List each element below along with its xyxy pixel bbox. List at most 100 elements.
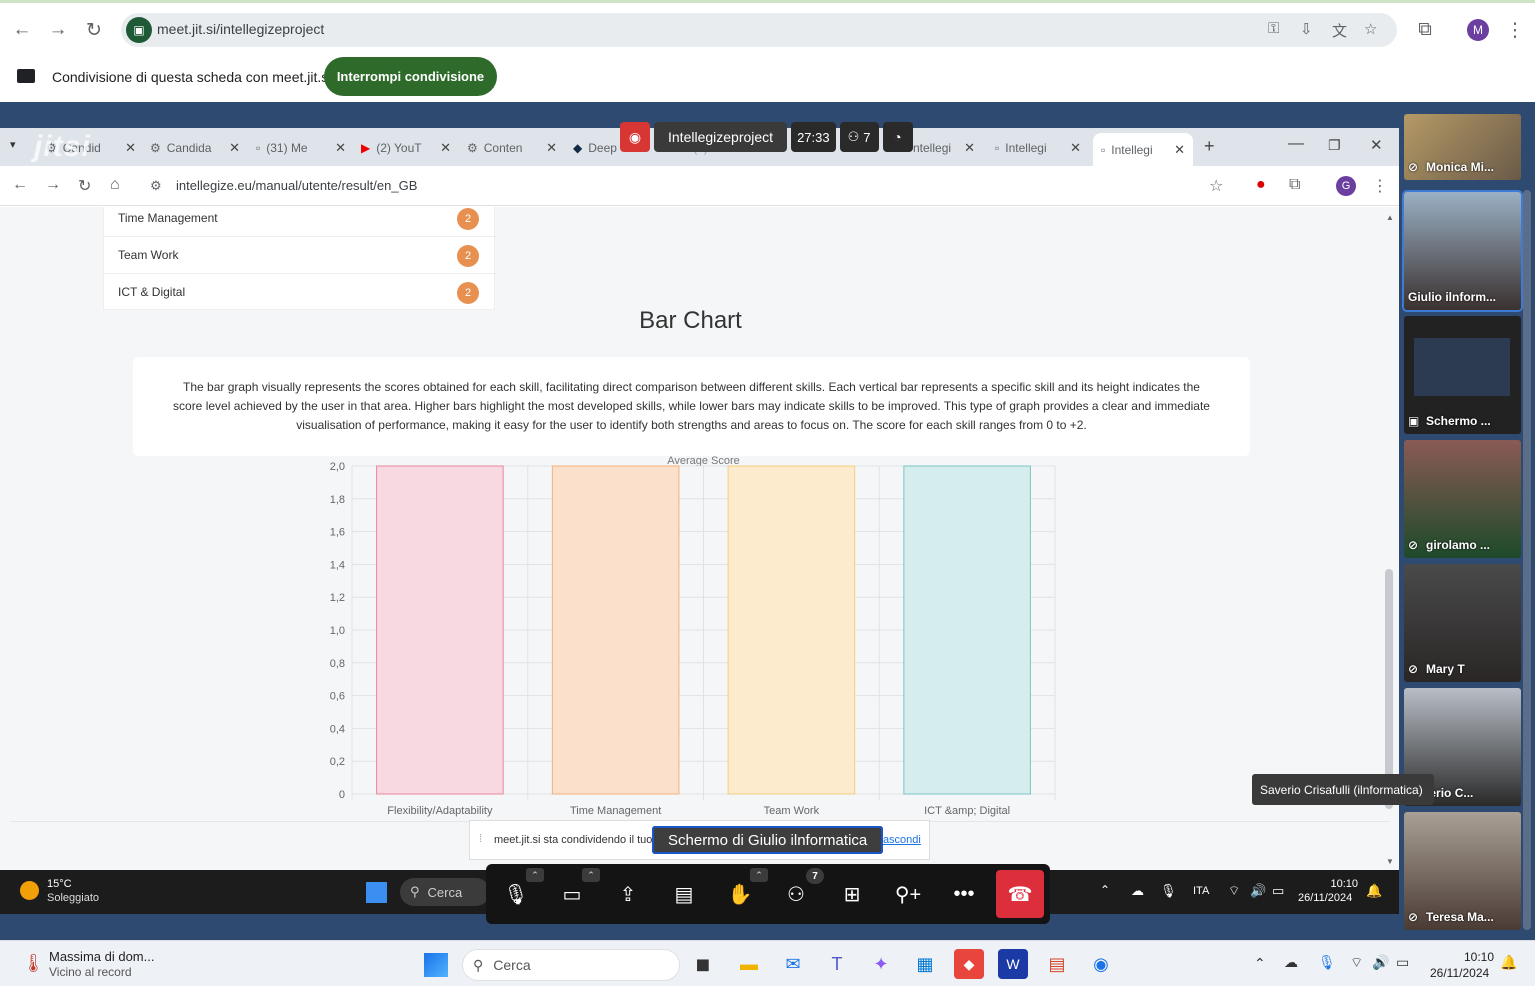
- camera-options-icon[interactable]: ⌃: [582, 868, 600, 882]
- opera-icon[interactable]: ●: [1256, 176, 1266, 194]
- menu-icon[interactable]: ⋮: [1372, 176, 1388, 196]
- onedrive-icon[interactable]: ☁: [1284, 954, 1298, 971]
- back-icon[interactable]: ←: [12, 176, 28, 194]
- close-icon[interactable]: ✕: [335, 140, 346, 156]
- task-view-icon[interactable]: ◼: [688, 949, 718, 979]
- participant-tile[interactable]: ⊘ Mary T: [1404, 564, 1521, 682]
- tray-chevron-icon[interactable]: ⌃: [1100, 883, 1110, 897]
- inner-profile-avatar[interactable]: G: [1336, 176, 1356, 196]
- new-tab-icon[interactable]: +: [1204, 136, 1215, 157]
- camera-icon[interactable]: ▭: [555, 878, 589, 910]
- screen-share-icon[interactable]: ⇪: [611, 878, 645, 910]
- volume-icon[interactable]: 🔊: [1372, 954, 1389, 971]
- mail-icon[interactable]: ✉: [778, 949, 808, 979]
- chrome-icon[interactable]: ◉: [1086, 949, 1116, 979]
- raise-hand-icon[interactable]: ✋: [723, 878, 757, 910]
- mic-icon[interactable]: 🎙: [1160, 883, 1177, 899]
- inner-tab[interactable]: ◆ Deep: [573, 134, 623, 162]
- hang-up-button[interactable]: ☎: [996, 870, 1044, 918]
- inner-tab-active[interactable]: ▫ Intellegi ✕: [1093, 133, 1193, 166]
- anydesk-icon[interactable]: ◆: [954, 949, 984, 979]
- participant-tile-speaking[interactable]: Giulio ilnform...: [1404, 192, 1521, 310]
- restore-icon[interactable]: ❐: [1328, 137, 1341, 154]
- inner-tab[interactable]: ntellegi ✕: [913, 134, 975, 162]
- copilot-icon[interactable]: ✦: [866, 949, 896, 979]
- close-icon[interactable]: ✕: [440, 140, 451, 156]
- translate-icon[interactable]: 文: [1332, 20, 1347, 41]
- wifi-icon[interactable]: ⌔: [1350, 954, 1363, 972]
- webex-icon[interactable]: W: [998, 949, 1028, 979]
- inner-tab[interactable]: ▶ (2) YouT ✕: [361, 134, 451, 162]
- store-icon[interactable]: ▦: [910, 949, 940, 979]
- close-icon[interactable]: ✕: [125, 140, 136, 156]
- wifi-icon[interactable]: ⌔: [1228, 883, 1240, 899]
- site-settings-icon[interactable]: ⚙: [150, 178, 162, 194]
- inner-url[interactable]: intellegize.eu/manual/utente/result/en_G…: [176, 178, 417, 193]
- reload-icon[interactable]: ↻: [78, 176, 91, 196]
- news-subtitle[interactable]: Vicino al record: [49, 965, 132, 979]
- close-icon[interactable]: ✕: [546, 140, 557, 156]
- invite-icon[interactable]: ⚲+: [891, 878, 925, 910]
- mic-icon[interactable]: 🎙: [1318, 954, 1336, 971]
- participants-icon[interactable]: ⚇: [779, 878, 813, 910]
- participant-tile[interactable]: ⊘ girolamo ...: [1404, 440, 1521, 558]
- participant-count[interactable]: ⚇ 7: [839, 122, 879, 152]
- inner-tab[interactable]: ⚙ Candida ✕: [150, 134, 240, 162]
- key-icon[interactable]: ⚿: [1268, 20, 1279, 37]
- tray-chevron-icon[interactable]: ⌃: [1254, 955, 1266, 972]
- volume-icon[interactable]: 🔊: [1250, 883, 1266, 899]
- file-explorer-icon[interactable]: ▬: [734, 949, 764, 979]
- back-icon[interactable]: ←: [7, 15, 37, 45]
- outer-address-bar[interactable]: ▣ meet.jit.si/intellegizeproject ⚿ ⇩ 文 ☆: [121, 13, 1397, 47]
- scroll-down-icon[interactable]: ▼: [1386, 857, 1394, 866]
- inner-tab[interactable]: ▫ (31) Me ✕: [256, 134, 346, 162]
- participant-tile[interactable]: ⊘ Teresa Ma...: [1404, 812, 1521, 930]
- page-scrollbar[interactable]: [1385, 569, 1393, 809]
- news-title[interactable]: Massima di dom...: [49, 949, 154, 964]
- notification-icon[interactable]: 🔔: [1366, 883, 1382, 899]
- participant-tile[interactable]: ▣ Schermo ...: [1404, 316, 1521, 434]
- windows-start-icon[interactable]: [424, 953, 448, 977]
- forward-icon[interactable]: →: [45, 176, 61, 194]
- participant-tile[interactable]: ⊘ Monica Mi...: [1404, 114, 1521, 180]
- language-indicator[interactable]: ITA: [1193, 885, 1209, 897]
- teams-icon[interactable]: T: [822, 949, 852, 979]
- inner-tab[interactable]: ⚙ Conten ✕: [467, 134, 557, 162]
- outer-profile-avatar[interactable]: M: [1467, 19, 1489, 41]
- home-icon[interactable]: ⌂: [110, 176, 120, 194]
- tile-view-icon[interactable]: ⊞: [835, 878, 869, 910]
- cloud-icon[interactable]: ☁: [1131, 883, 1144, 899]
- clock-time[interactable]: 10:10: [1322, 878, 1358, 890]
- extensions-icon[interactable]: ⧉: [1289, 176, 1300, 194]
- connection-quality-icon[interactable]: ◔: [882, 122, 913, 152]
- mic-options-icon[interactable]: ⌃: [526, 868, 544, 882]
- clock-time[interactable]: 10:10: [1446, 950, 1494, 964]
- chat-icon[interactable]: ▤: [667, 878, 701, 910]
- outer-url[interactable]: meet.jit.si/intellegizeproject: [157, 21, 324, 37]
- stop-sharing-button[interactable]: Interrompi condivisione: [324, 57, 497, 96]
- notification-icon[interactable]: 🔔: [1500, 954, 1517, 971]
- filmstrip-scrollbar[interactable]: [1523, 190, 1531, 930]
- more-options-icon[interactable]: •••: [947, 878, 981, 910]
- menu-icon[interactable]: ⋮: [1500, 15, 1530, 45]
- scroll-up-icon[interactable]: ▲: [1386, 213, 1394, 222]
- forward-icon[interactable]: →: [43, 15, 73, 45]
- battery-icon[interactable]: ▭: [1396, 954, 1409, 971]
- minimize-icon[interactable]: —: [1288, 135, 1304, 153]
- inner-tab[interactable]: ▫ Intellegi ✕: [995, 134, 1081, 162]
- close-icon[interactable]: ✕: [1174, 142, 1185, 158]
- close-icon[interactable]: ✕: [229, 140, 240, 156]
- reload-icon[interactable]: ↻: [79, 15, 109, 45]
- taskbar-search[interactable]: ⚲ Cerca: [400, 878, 490, 906]
- clock-date[interactable]: 26/11/2024: [1298, 892, 1352, 904]
- battery-icon[interactable]: ▭: [1272, 883, 1284, 899]
- bookmark-star-icon[interactable]: ☆: [1209, 176, 1223, 196]
- clock-date[interactable]: 26/11/2024: [1430, 966, 1489, 980]
- taskbar-search[interactable]: ⚲ Cerca: [462, 949, 680, 981]
- powerpoint-icon[interactable]: ▤: [1042, 949, 1072, 979]
- windows-start-icon[interactable]: [366, 882, 387, 903]
- star-icon[interactable]: ☆: [1364, 20, 1377, 38]
- extensions-icon[interactable]: ⧉: [1410, 15, 1440, 45]
- drag-handle-icon[interactable]: ⁞: [479, 833, 482, 845]
- window-close-icon[interactable]: ✕: [1370, 136, 1383, 154]
